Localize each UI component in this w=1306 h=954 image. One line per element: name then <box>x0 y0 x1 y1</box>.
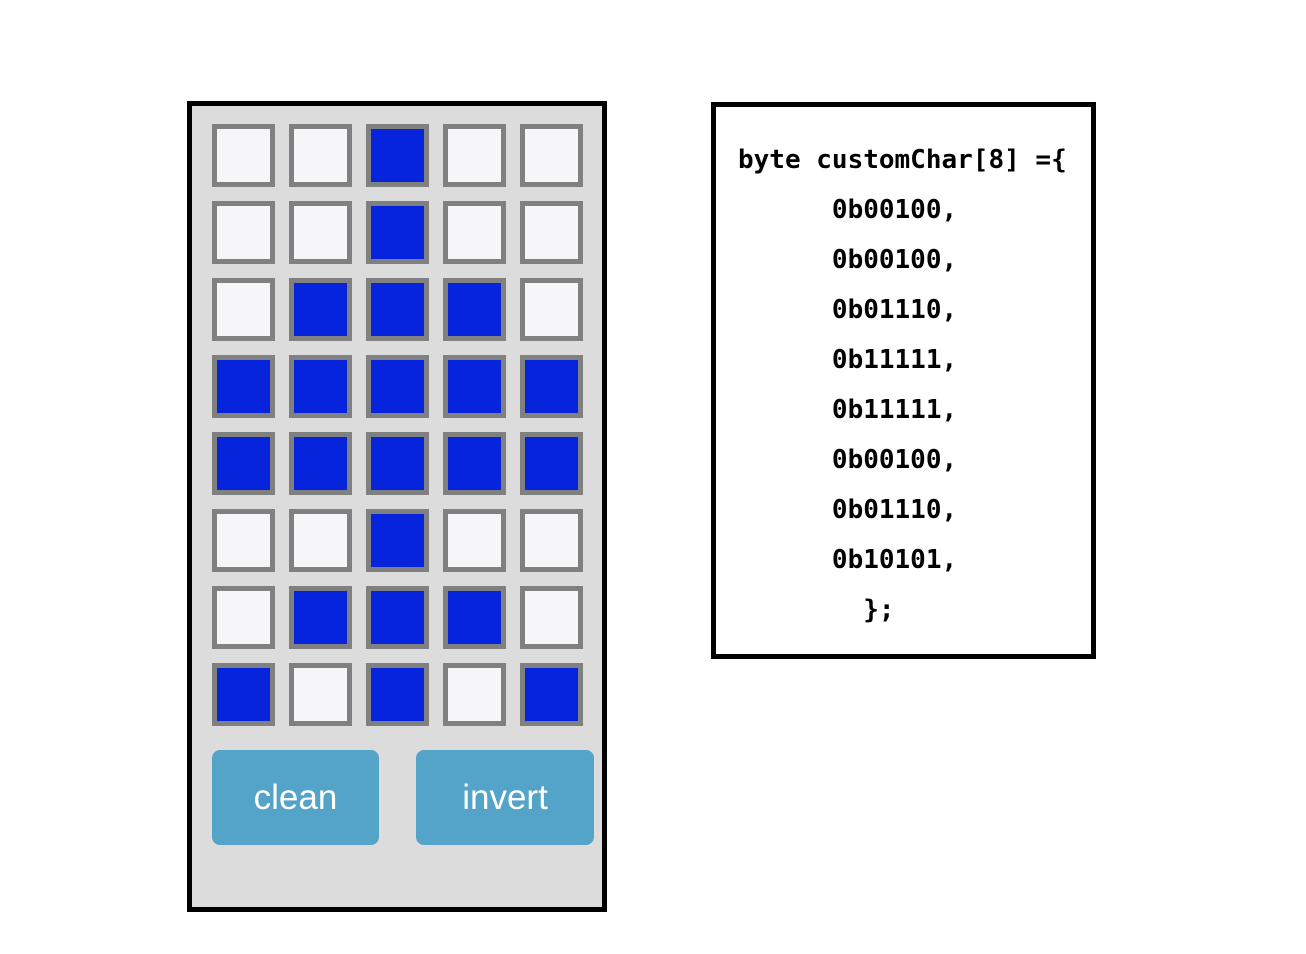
pixel-cell-r4-c4[interactable] <box>443 355 506 418</box>
pixel-cell-r1-c5[interactable] <box>520 124 583 187</box>
pixel-cell-r4-c3[interactable] <box>366 355 429 418</box>
pixel-cell-r5-c5[interactable] <box>520 432 583 495</box>
pixel-cell-r4-c5[interactable] <box>520 355 583 418</box>
pixel-cell-r6-c3[interactable] <box>366 509 429 572</box>
pixel-cell-r8-c4[interactable] <box>443 663 506 726</box>
pixel-cell-r8-c5[interactable] <box>520 663 583 726</box>
editor-button-row: clean invert <box>212 750 594 845</box>
pixel-cell-r5-c3[interactable] <box>366 432 429 495</box>
pixel-cell-r7-c2[interactable] <box>289 586 352 649</box>
clean-button[interactable]: clean <box>212 750 379 845</box>
pixel-cell-r1-c4[interactable] <box>443 124 506 187</box>
pixel-cell-r1-c1[interactable] <box>212 124 275 187</box>
pixel-grid[interactable] <box>212 124 597 726</box>
pixel-cell-r1-c3[interactable] <box>366 124 429 187</box>
custom-char-editor-panel: clean invert <box>187 101 607 912</box>
pixel-cell-r7-c3[interactable] <box>366 586 429 649</box>
invert-button[interactable]: invert <box>416 750 594 845</box>
pixel-cell-r4-c2[interactable] <box>289 355 352 418</box>
pixel-cell-r7-c5[interactable] <box>520 586 583 649</box>
generated-code-panel: byte customChar[8] ={ 0b00100, 0b00100, … <box>711 102 1096 659</box>
pixel-cell-r2-c4[interactable] <box>443 201 506 264</box>
pixel-cell-r6-c5[interactable] <box>520 509 583 572</box>
pixel-cell-r1-c2[interactable] <box>289 124 352 187</box>
pixel-cell-r2-c1[interactable] <box>212 201 275 264</box>
pixel-cell-r7-c1[interactable] <box>212 586 275 649</box>
pixel-cell-r5-c1[interactable] <box>212 432 275 495</box>
pixel-cell-r3-c4[interactable] <box>443 278 506 341</box>
pixel-cell-r4-c1[interactable] <box>212 355 275 418</box>
pixel-cell-r2-c2[interactable] <box>289 201 352 264</box>
pixel-cell-r6-c4[interactable] <box>443 509 506 572</box>
pixel-cell-r2-c3[interactable] <box>366 201 429 264</box>
pixel-cell-r8-c1[interactable] <box>212 663 275 726</box>
pixel-cell-r3-c3[interactable] <box>366 278 429 341</box>
pixel-cell-r8-c3[interactable] <box>366 663 429 726</box>
pixel-cell-r6-c1[interactable] <box>212 509 275 572</box>
pixel-cell-r3-c2[interactable] <box>289 278 352 341</box>
pixel-cell-r7-c4[interactable] <box>443 586 506 649</box>
pixel-cell-r5-c4[interactable] <box>443 432 506 495</box>
pixel-cell-r2-c5[interactable] <box>520 201 583 264</box>
generated-code-text: byte customChar[8] ={ 0b00100, 0b00100, … <box>738 145 1067 625</box>
pixel-cell-r3-c5[interactable] <box>520 278 583 341</box>
pixel-cell-r5-c2[interactable] <box>289 432 352 495</box>
pixel-cell-r8-c2[interactable] <box>289 663 352 726</box>
pixel-cell-r3-c1[interactable] <box>212 278 275 341</box>
pixel-cell-r6-c2[interactable] <box>289 509 352 572</box>
